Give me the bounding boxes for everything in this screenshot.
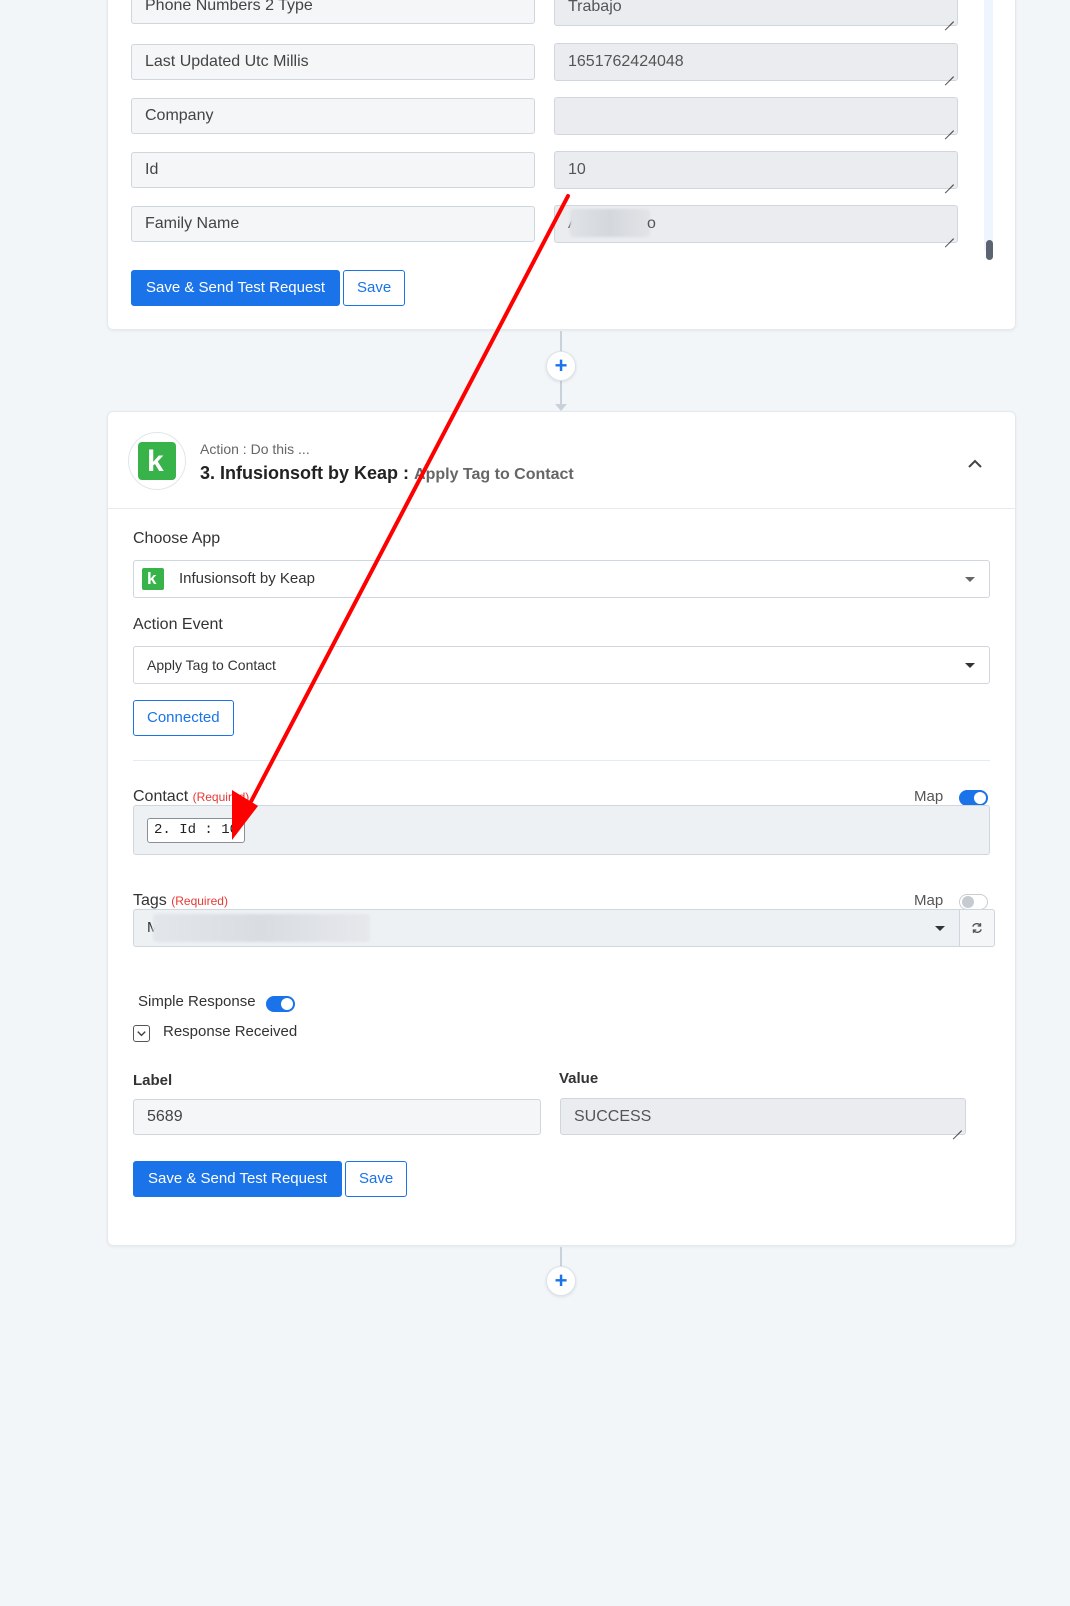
resize-grip-icon[interactable] [945, 68, 954, 77]
simple-response-label: Simple Response [138, 993, 256, 1010]
field-label-id: Id [131, 152, 535, 188]
toggle-knob [974, 792, 986, 804]
field-label-last-updated: Last Updated Utc Millis [131, 44, 535, 80]
redacted-blur [153, 914, 370, 942]
toggle-knob [281, 998, 293, 1010]
resize-grip-icon[interactable] [953, 1122, 962, 1131]
save-send-test-request-button[interactable]: Save & Send Test Request [133, 1161, 343, 1197]
keap-logo-icon: k [128, 432, 186, 490]
response-received-label: Response Received [163, 1023, 298, 1040]
field-value-text: 1651762424048 [568, 53, 684, 70]
save-button[interactable]: Save [345, 1161, 408, 1197]
field-value-text: 10 [568, 161, 586, 178]
response-label-header: Label [133, 1072, 173, 1089]
scrollbar-track[interactable] [984, 0, 993, 252]
field-value-text: Trabajo [568, 0, 622, 15]
tags-label-text: Tags [133, 892, 167, 909]
chevron-down-icon [137, 1031, 146, 1037]
contact-label-text: Contact [133, 788, 189, 805]
tags-map-toggle[interactable] [959, 894, 988, 910]
field-value-last-char: o [647, 215, 656, 232]
tags-required-text: (Required) [171, 894, 228, 908]
field-label-family-name: Family Name [131, 206, 535, 242]
contact-map-toggle[interactable] [959, 790, 988, 806]
response-value-text: SUCCESS [574, 1108, 652, 1125]
choose-app-value: Infusionsoft by Keap [179, 570, 315, 587]
resize-grip-icon[interactable] [945, 122, 954, 131]
save-button[interactable]: Save [343, 270, 406, 306]
contact-map-label: Map [914, 788, 944, 805]
resize-grip-icon[interactable] [945, 176, 954, 185]
response-label-field[interactable]: 5689 [133, 1099, 541, 1135]
save-send-test-request-button[interactable]: Save & Send Test Request [131, 270, 341, 306]
caret-down-icon [965, 577, 975, 582]
step-title: 3. Infusionsoft by Keap : Apply Tag to C… [200, 463, 574, 484]
resize-grip-icon[interactable] [945, 13, 954, 22]
tags-select[interactable]: M [133, 909, 960, 947]
chevron-up-icon[interactable] [965, 454, 985, 474]
action-event-value: Apply Tag to Contact [147, 657, 276, 673]
connected-button[interactable]: Connected [133, 700, 234, 736]
simple-response-toggle[interactable] [266, 996, 295, 1012]
add-step-button[interactable]: + [546, 1266, 576, 1296]
resize-grip-icon[interactable] [945, 230, 954, 239]
previous-step-card: Phone Numbers 2 Type Trabajo Last Update… [107, 0, 1016, 330]
keap-logo-icon: k [142, 568, 164, 590]
keap-logo-letter: k [147, 569, 157, 588]
caret-down-icon [935, 926, 945, 931]
contact-label: Contact (Required) [133, 788, 249, 806]
step-title-event: Apply Tag to Contact [414, 466, 574, 483]
tags-map-label: Map [914, 892, 944, 909]
refresh-icon [972, 923, 982, 933]
field-label-company: Company [131, 98, 535, 134]
plus-icon: + [554, 353, 568, 378]
section-divider [133, 760, 990, 761]
step-title-app: 3. Infusionsoft by Keap : [200, 463, 415, 483]
plus-icon: + [554, 1268, 568, 1293]
contact-field[interactable]: 2. Id : 10 [133, 805, 990, 855]
response-received-expand[interactable] [133, 1025, 150, 1042]
caret-down-icon [965, 663, 975, 668]
field-value-id[interactable]: 10 [554, 151, 958, 189]
toggle-knob [962, 896, 974, 908]
tags-label: Tags (Required) [133, 892, 228, 910]
scrollbar-thumb[interactable] [986, 240, 993, 260]
field-value-phone-numbers-2-type[interactable]: Trabajo [554, 0, 958, 26]
field-value-family-name[interactable]: A o [554, 205, 958, 243]
step-subtitle: Action : Do this ... [200, 441, 310, 457]
header-divider [108, 508, 1015, 509]
refresh-tags-button[interactable] [960, 909, 995, 947]
choose-app-select[interactable]: k Infusionsoft by Keap [133, 560, 990, 598]
field-value-last-updated[interactable]: 1651762424048 [554, 43, 958, 81]
response-value-header: Value [559, 1070, 599, 1087]
keap-logo-letter: k [147, 445, 164, 478]
contact-required-text: (Required) [192, 790, 250, 804]
action-step-card: k Action : Do this ... 3. Infusionsoft b… [107, 411, 1016, 1246]
connector-arrow-icon [555, 404, 567, 411]
choose-app-label: Choose App [133, 530, 221, 547]
contact-token[interactable]: 2. Id : 10 [147, 818, 246, 843]
action-event-select[interactable]: Apply Tag to Contact [133, 646, 990, 684]
response-value-field[interactable]: SUCCESS [560, 1098, 966, 1135]
redacted-blur [570, 209, 650, 237]
action-event-label: Action Event [133, 616, 223, 633]
add-step-button[interactable]: + [546, 351, 576, 381]
field-label-phone-numbers-2-type: Phone Numbers 2 Type [131, 0, 535, 24]
field-value-company[interactable] [554, 97, 958, 135]
